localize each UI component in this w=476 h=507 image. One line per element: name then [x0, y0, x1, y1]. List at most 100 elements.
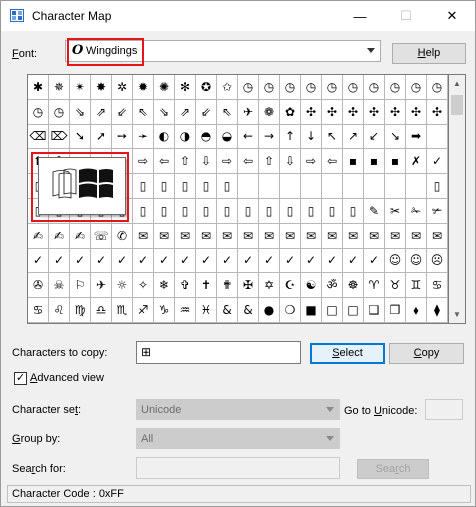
- character-cell[interactable]: ♈: [364, 273, 385, 299]
- character-cell[interactable]: ✉: [280, 223, 301, 249]
- character-cell[interactable]: ➙: [112, 124, 133, 150]
- character-cell[interactable]: ➛: [133, 124, 154, 150]
- character-cell[interactable]: ♑: [154, 298, 175, 323]
- character-cell[interactable]: ⇩: [196, 149, 217, 175]
- character-cell[interactable]: ♍: [70, 298, 91, 323]
- character-set-dropdown[interactable]: Unicode: [136, 399, 340, 420]
- go-to-unicode-input[interactable]: [425, 399, 463, 420]
- character-cell[interactable]: ♌: [49, 298, 70, 323]
- character-cell[interactable]: ↑: [280, 124, 301, 150]
- character-cell[interactable]: ←: [238, 124, 259, 150]
- copy-button[interactable]: Copy: [389, 343, 464, 364]
- character-cell[interactable]: ◑: [175, 124, 196, 150]
- character-cell[interactable]: →: [259, 124, 280, 150]
- character-cell[interactable]: ■: [301, 298, 322, 323]
- character-cell[interactable]: ⇧: [175, 149, 196, 175]
- character-cell[interactable]: ✈: [91, 273, 112, 299]
- character-cell[interactable]: ▯: [217, 174, 238, 199]
- character-cell[interactable]: ⇦: [238, 149, 259, 175]
- character-cell[interactable]: ✆: [112, 223, 133, 249]
- character-cell[interactable]: ◷: [28, 99, 49, 125]
- character-cell[interactable]: ◷: [364, 75, 385, 100]
- character-cell[interactable]: ✵: [49, 75, 70, 100]
- character-cell[interactable]: ◐: [154, 124, 175, 150]
- character-cell[interactable]: ✸: [91, 75, 112, 100]
- character-cell[interactable]: ◒: [217, 124, 238, 150]
- character-cell[interactable]: ✧: [133, 273, 154, 299]
- character-cell[interactable]: ❑: [364, 298, 385, 323]
- character-cell[interactable]: ▯: [154, 174, 175, 199]
- character-cell[interactable]: ⇘: [70, 99, 91, 125]
- character-cell[interactable]: ▪: [364, 149, 385, 175]
- advanced-view-checkbox[interactable]: ✓: [14, 372, 27, 385]
- character-cell[interactable]: ✓: [49, 248, 70, 274]
- character-cell[interactable]: ✗: [406, 149, 427, 175]
- character-cell[interactable]: ◓: [196, 124, 217, 150]
- character-cell[interactable]: ⧫: [427, 298, 448, 323]
- character-cell[interactable]: ✣: [385, 99, 406, 125]
- character-cell[interactable]: ✇: [28, 273, 49, 299]
- character-cell[interactable]: ✉: [364, 223, 385, 249]
- character-cell[interactable]: ⇦: [322, 149, 343, 175]
- character-cell[interactable]: ✠: [238, 273, 259, 299]
- character-cell[interactable]: [238, 174, 259, 199]
- character-cell[interactable]: ♋: [427, 273, 448, 299]
- character-cell[interactable]: ✉: [322, 223, 343, 249]
- character-cell[interactable]: [364, 174, 385, 199]
- close-button[interactable]: ✕: [429, 1, 475, 31]
- character-cell[interactable]: ❁: [259, 99, 280, 125]
- character-cell[interactable]: ✉: [133, 223, 154, 249]
- character-cell[interactable]: ⌦: [49, 124, 70, 150]
- character-cell[interactable]: ☯: [301, 273, 322, 299]
- character-cell[interactable]: ◷: [238, 75, 259, 100]
- character-cell[interactable]: ✻: [175, 75, 196, 100]
- advanced-view-label[interactable]: Advanced view: [30, 372, 104, 384]
- character-cell[interactable]: [280, 174, 301, 199]
- title-bar[interactable]: Character Map — ☐ ✕: [1, 1, 475, 31]
- character-cell[interactable]: ◷: [322, 75, 343, 100]
- character-cell[interactable]: ☺: [385, 248, 406, 274]
- character-cell[interactable]: ✪: [196, 75, 217, 100]
- character-cell[interactable]: ◷: [427, 75, 448, 100]
- character-cell[interactable]: ✱: [28, 75, 49, 100]
- character-cell[interactable]: □: [343, 298, 364, 323]
- character-cell[interactable]: ✓: [91, 248, 112, 274]
- character-cell[interactable]: ☪: [280, 273, 301, 299]
- search-input[interactable]: [136, 457, 340, 479]
- character-cell[interactable]: ↙: [364, 124, 385, 150]
- character-cell[interactable]: ♒: [175, 298, 196, 323]
- character-cell[interactable]: ⇖: [133, 99, 154, 125]
- character-cell[interactable]: ▪: [343, 149, 364, 175]
- character-cell[interactable]: ♓: [196, 298, 217, 323]
- character-cell[interactable]: ✉: [196, 223, 217, 249]
- search-button[interactable]: Search: [357, 459, 429, 479]
- character-cell[interactable]: ✓: [217, 248, 238, 274]
- character-cell[interactable]: ✓: [427, 149, 448, 175]
- character-cell[interactable]: ✣: [343, 99, 364, 125]
- character-cell[interactable]: ✡: [259, 273, 280, 299]
- character-cell[interactable]: ♏: [112, 298, 133, 323]
- character-cell[interactable]: ▯: [427, 174, 448, 199]
- character-cell[interactable]: ✉: [385, 223, 406, 249]
- character-cell[interactable]: ☠: [49, 273, 70, 299]
- character-cell[interactable]: ▯: [133, 174, 154, 199]
- character-cell[interactable]: ✓: [280, 248, 301, 274]
- character-cell[interactable]: ◷: [259, 75, 280, 100]
- character-cell[interactable]: ▯: [217, 198, 238, 224]
- scroll-down-icon[interactable]: ▼: [449, 306, 465, 323]
- character-cell[interactable]: ✟: [217, 273, 238, 299]
- character-cell[interactable]: ✣: [322, 99, 343, 125]
- character-cell[interactable]: ⇨: [217, 149, 238, 175]
- character-cell[interactable]: ॐ: [322, 273, 343, 299]
- character-cell[interactable]: ✍: [70, 223, 91, 249]
- scrollbar-thumb[interactable]: [451, 95, 463, 115]
- character-cell[interactable]: ⇖: [217, 99, 238, 125]
- character-cell[interactable]: ⇙: [196, 99, 217, 125]
- character-cell[interactable]: ▯: [196, 198, 217, 224]
- character-cell[interactable]: ⇗: [175, 99, 196, 125]
- character-cell[interactable]: □: [322, 298, 343, 323]
- character-cell[interactable]: ▯: [259, 198, 280, 224]
- character-cell[interactable]: ❒: [385, 298, 406, 323]
- character-cell[interactable]: ✲: [112, 75, 133, 100]
- character-cell[interactable]: ✺: [154, 75, 175, 100]
